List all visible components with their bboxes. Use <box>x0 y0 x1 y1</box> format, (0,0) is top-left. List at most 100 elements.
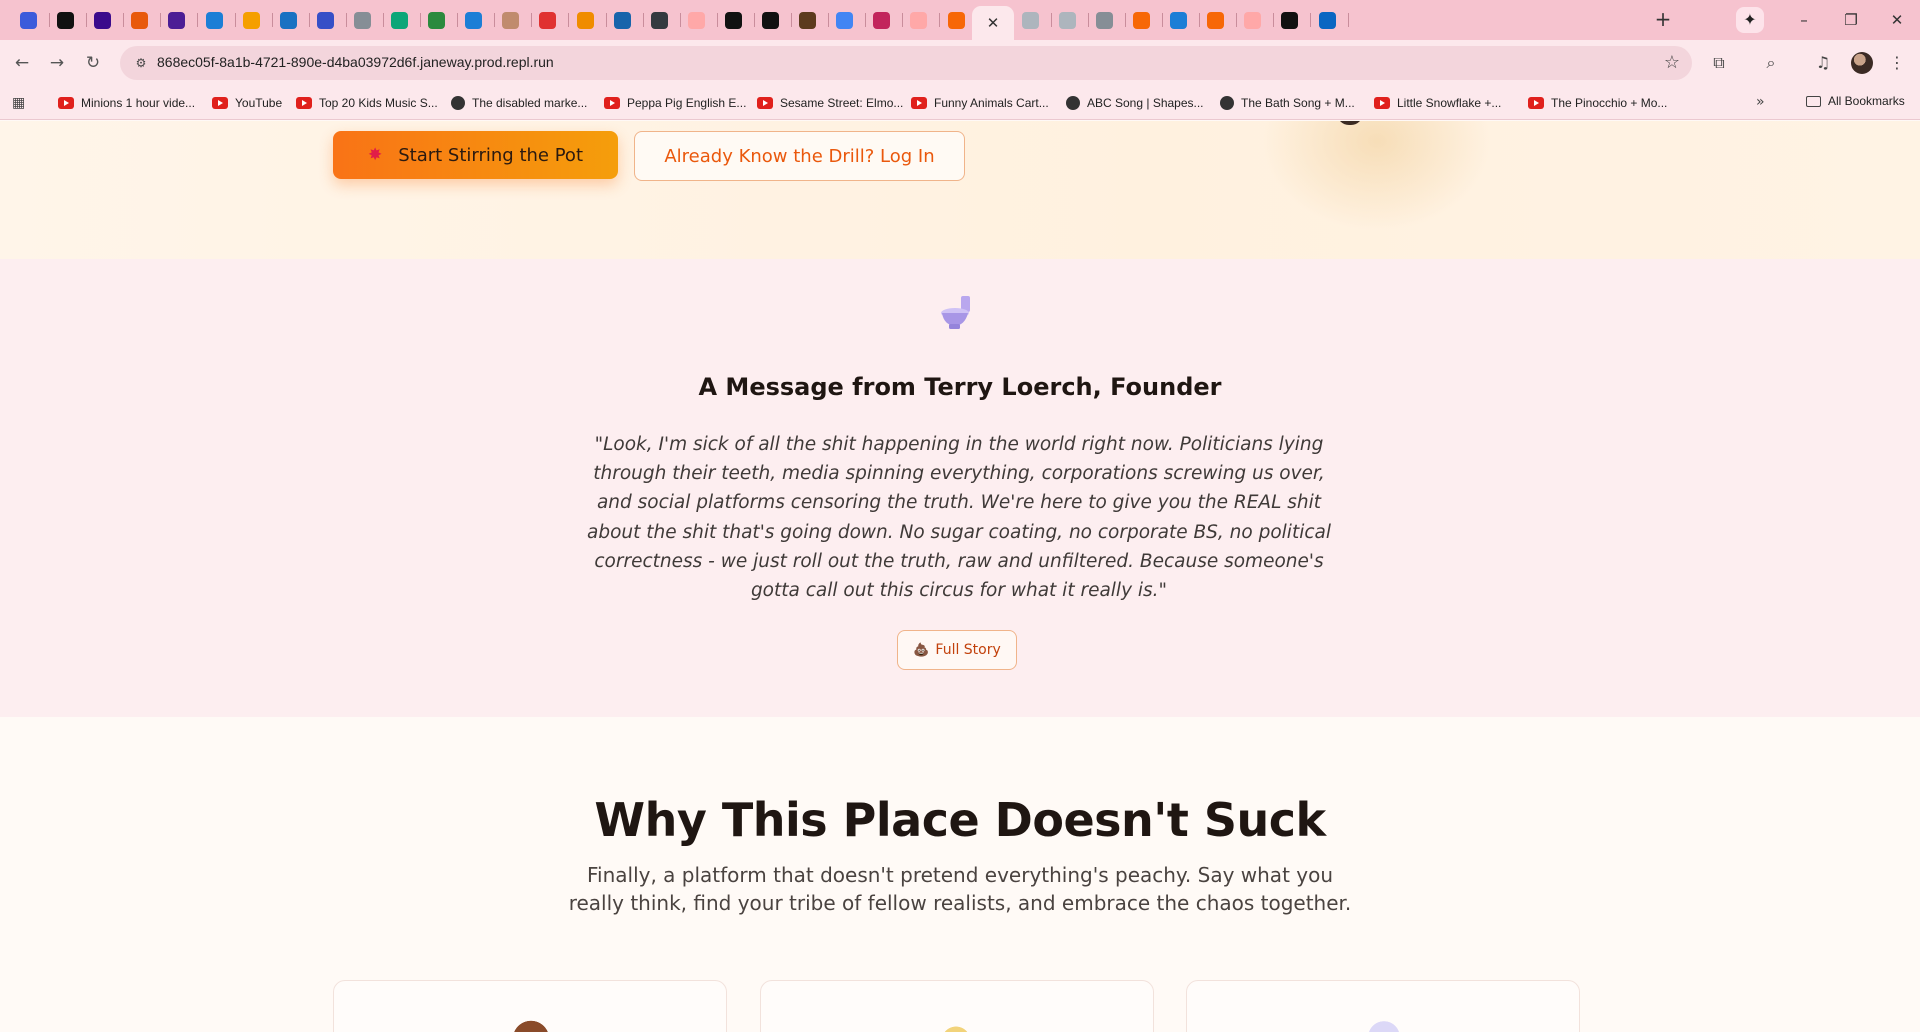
a-icon <box>650 11 668 29</box>
full-story-button[interactable]: 💩 Full Story <box>897 630 1017 670</box>
burst-icon: ✸ <box>367 145 383 165</box>
browser-tab[interactable] <box>935 6 978 34</box>
browser-tab[interactable] <box>415 6 458 34</box>
youtube-icon <box>58 97 74 109</box>
spotify-icon <box>93 11 111 29</box>
stack-icon <box>576 11 594 29</box>
browser-tab[interactable] <box>564 6 607 34</box>
browser-tab[interactable] <box>897 6 940 34</box>
capcut-icon <box>56 11 74 29</box>
browser-tab[interactable] <box>1194 6 1237 34</box>
more-bookmarks-icon[interactable]: » <box>1756 94 1765 110</box>
ghost-icon <box>1058 11 1076 29</box>
browser-tab[interactable] <box>1268 6 1311 34</box>
menu-dots-icon[interactable]: ⋮ <box>1885 51 1909 75</box>
address-bar[interactable]: ⚙ 868ec05f-8a1b-4721-890e-d4ba03972d6f.j… <box>120 46 1692 80</box>
browser-tab[interactable] <box>601 6 644 34</box>
start-stirring-button[interactable]: ✸ Start Stirring the Pot <box>333 131 618 179</box>
browser-tab[interactable] <box>7 6 50 34</box>
ghost-icon <box>1021 11 1039 29</box>
browser-tab[interactable] <box>304 6 347 34</box>
bookmarks-bar: ▦ Minions 1 hour vide... YouTube Top 20 … <box>0 86 1920 120</box>
bookmark-item[interactable]: ABC Song | Shapes... <box>1066 94 1204 112</box>
browser-tab[interactable] <box>489 6 532 34</box>
browser-tab[interactable] <box>1083 6 1126 34</box>
ring-icon <box>687 11 705 29</box>
browser-tab[interactable] <box>1306 6 1349 34</box>
bookmark-item[interactable]: Minions 1 hour vide... <box>58 94 195 112</box>
crystal-ball-icon <box>1364 1013 1404 1032</box>
all-bookmarks-button[interactable]: All Bookmarks <box>1806 94 1905 108</box>
browser-tab[interactable] <box>44 6 87 34</box>
browser-tab[interactable] <box>81 6 124 34</box>
bookmark-item[interactable]: The Bath Song + M... <box>1220 94 1355 112</box>
browser-tab[interactable] <box>1009 6 1052 34</box>
bookmark-item[interactable]: YouTube <box>212 94 282 112</box>
new-tab-button[interactable]: + <box>1651 8 1675 32</box>
back-icon[interactable]: ← <box>10 51 34 75</box>
reload-icon[interactable]: ↻ <box>81 51 105 75</box>
browser-tab[interactable] <box>193 6 236 34</box>
feature-card <box>1186 980 1580 1032</box>
media-control-icon[interactable]: ♫ <box>1811 51 1835 75</box>
sz-icon <box>1206 11 1224 29</box>
arrow-icon <box>353 11 371 29</box>
tab-strip: ✕ + ✦ – ❐ ✕ <box>0 0 1920 40</box>
forward-icon[interactable]: → <box>45 51 69 75</box>
youtube-icon <box>1374 97 1390 109</box>
heart-shield-icon <box>19 11 37 29</box>
close-tab-icon[interactable]: ✕ <box>987 14 1000 32</box>
blocks-icon <box>1169 11 1187 29</box>
extensions-icon[interactable]: ⧉ <box>1707 51 1731 75</box>
google-icon <box>835 11 853 29</box>
minimize-button[interactable]: – <box>1782 6 1826 34</box>
browser-tab[interactable] <box>1157 6 1200 34</box>
browser-tab[interactable] <box>823 6 866 34</box>
bookmark-item[interactable]: Little Snowflake +... <box>1374 94 1501 112</box>
browser-tab[interactable] <box>155 6 198 34</box>
browser-tab[interactable] <box>786 6 829 34</box>
browser-tab[interactable] <box>230 6 273 34</box>
bookmark-item[interactable]: Sesame Street: Elmo... <box>757 94 903 112</box>
tab-active[interactable]: ✕ <box>972 6 1014 40</box>
bookmark-item[interactable]: Funny Animals Cart... <box>911 94 1049 112</box>
browser-toolbar: ← → ↻ ⚙ 868ec05f-8a1b-4721-890e-d4ba0397… <box>0 40 1920 86</box>
browser-tab[interactable] <box>378 6 421 34</box>
bookmark-item[interactable]: Peppa Pig English E... <box>604 94 746 112</box>
medium-icon <box>724 11 742 29</box>
browser-tab[interactable] <box>1046 6 1089 34</box>
browser-tab[interactable] <box>675 6 718 34</box>
browser-tab[interactable] <box>749 6 792 34</box>
browser-tab[interactable] <box>452 6 495 34</box>
apps-grid-icon[interactable]: ▦ <box>12 95 28 111</box>
gemini-icon[interactable]: ✦ <box>1736 7 1764 33</box>
close-window-button[interactable]: ✕ <box>1875 6 1919 34</box>
bookmark-item[interactable]: The Pinocchio + Mo... <box>1528 94 1667 112</box>
browser-tab[interactable] <box>712 6 755 34</box>
browser-tab[interactable] <box>638 6 681 34</box>
youtube-icon <box>296 97 312 109</box>
youtube-icon <box>1528 97 1544 109</box>
browser-tab[interactable] <box>860 6 903 34</box>
browser-tab[interactable] <box>1231 6 1274 34</box>
bookmark-item[interactable]: The disabled marke... <box>451 94 587 112</box>
bookmark-item[interactable]: Top 20 Kids Music S... <box>296 94 438 112</box>
site-info-icon[interactable]: ⚙ <box>132 54 150 72</box>
browser-tab[interactable] <box>118 6 161 34</box>
hero-section: ✸ Start Stirring the Pot Already Know th… <box>0 121 1920 259</box>
login-button[interactable]: Already Know the Drill? Log In <box>634 131 965 181</box>
browser-tab[interactable] <box>526 6 569 34</box>
browser-tab[interactable] <box>267 6 310 34</box>
url-text[interactable]: 868ec05f-8a1b-4721-890e-d4ba03972d6f.jan… <box>157 54 554 70</box>
profile-avatar[interactable] <box>1851 52 1873 74</box>
capcut-icon <box>1280 11 1298 29</box>
restore-button[interactable]: ❐ <box>1829 6 1873 34</box>
bookmark-star-icon[interactable]: ☆ <box>1664 52 1680 73</box>
replit-icon <box>1132 11 1150 29</box>
login-label: Already Know the Drill? Log In <box>664 145 935 167</box>
tab-search-icon[interactable]: ⌕ <box>1759 51 1783 75</box>
k-icon <box>464 11 482 29</box>
feature-card <box>760 980 1154 1032</box>
browser-tab[interactable] <box>341 6 384 34</box>
browser-tab[interactable] <box>1120 6 1163 34</box>
